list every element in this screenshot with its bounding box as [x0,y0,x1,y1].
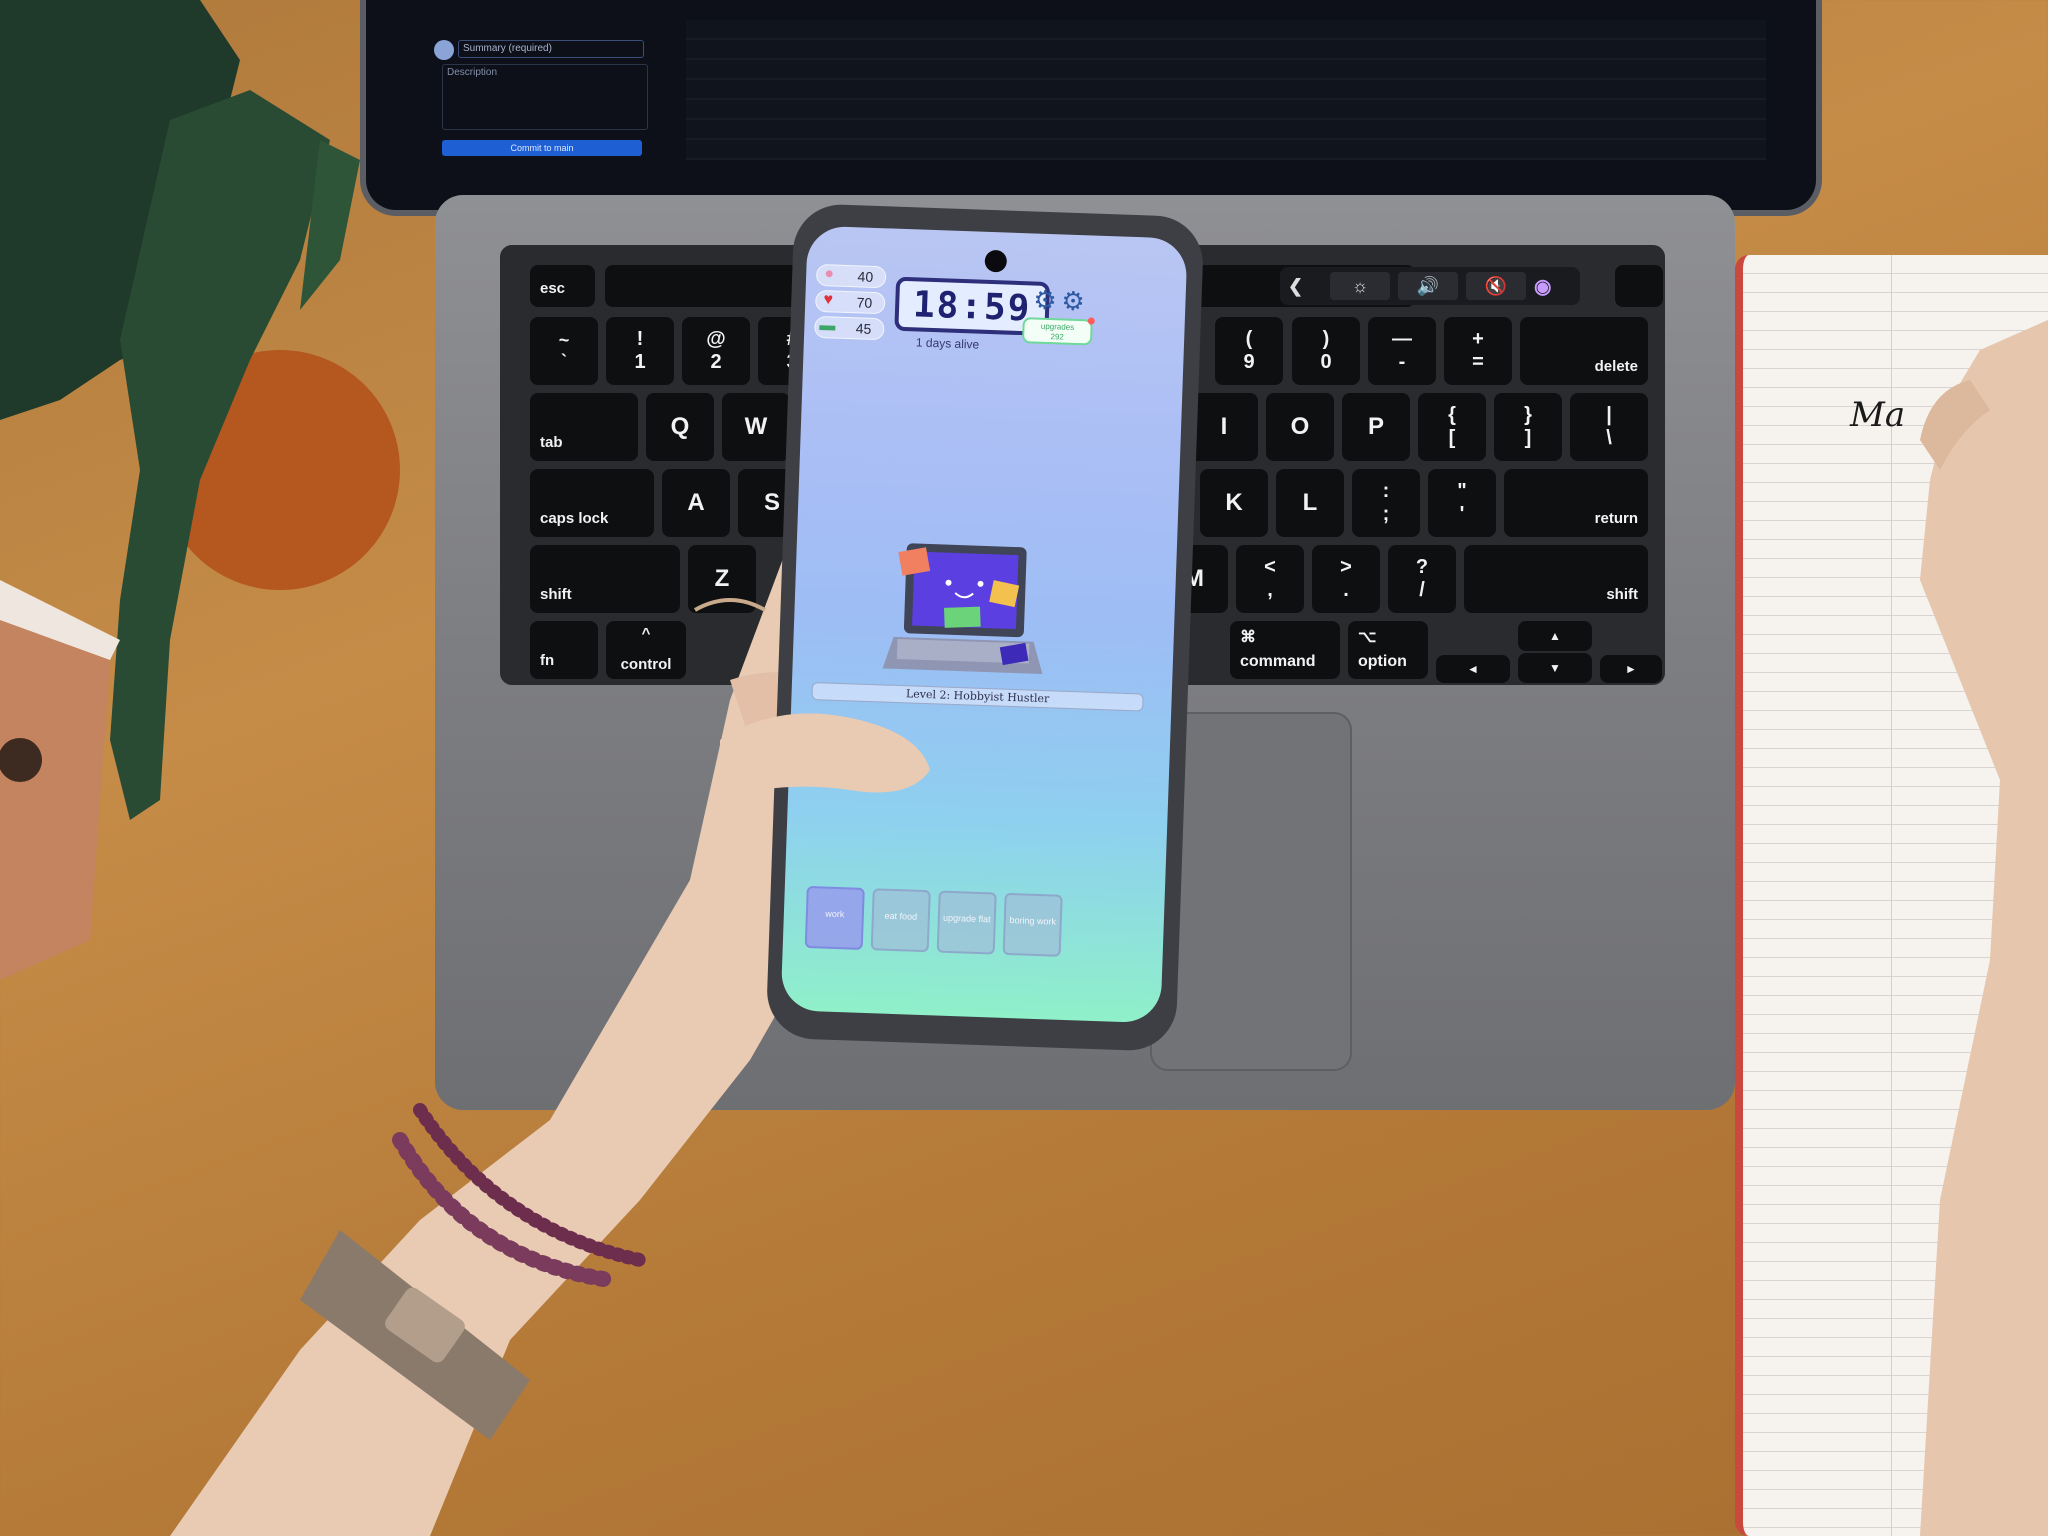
key-arrow-right[interactable]: ► [1600,655,1662,683]
key-arrow-down[interactable]: ▼ [1518,653,1592,683]
key-touch-id[interactable] [1615,265,1663,307]
key-arrow-up[interactable]: ▲ [1518,621,1592,651]
key-p[interactable]: P [1342,393,1410,461]
key-1[interactable]: ! 1 [606,317,674,385]
ring [694,598,766,612]
upgrades-button[interactable]: upgrades 292 [1021,317,1095,346]
key-shift-right[interactable]: shift [1464,545,1648,613]
key-o[interactable]: O [1266,393,1334,461]
key-option[interactable]: ⌥ option [1348,621,1428,679]
key-w[interactable]: W [722,393,790,461]
work-button[interactable]: work [804,885,865,950]
health-value: 70 [856,294,873,311]
money-icon: ▬ [819,317,836,335]
notification-dot [1087,317,1095,325]
key-arrow-left[interactable]: ◄ [1436,655,1510,683]
key-minus[interactable]: — - [1368,317,1436,385]
front-camera [984,249,1008,273]
health-stat: ♥ 70 [814,289,886,315]
key-tilde[interactable]: ~ ` [530,317,598,385]
chevron-left-icon[interactable]: ❮ [1288,276,1303,297]
energy-value: 40 [857,268,874,285]
money-stat: ▬ 45 [814,315,885,341]
key-period[interactable]: >. [1312,545,1380,613]
gear-icon[interactable]: ⚙ [1033,286,1057,317]
key-close-bracket[interactable]: }] [1494,393,1562,461]
box-decoration [0,580,120,980]
key-i[interactable]: I [1190,393,1258,461]
volume-icon[interactable]: 🔊 [1398,272,1458,300]
mac-avatar-icon [434,40,454,60]
phone-screen: ● 40 ♥ 70 ▬ 45 18:59 1 days alive ⚙ ⚙ up… [780,225,1188,1024]
macbook-screen: Summary (required) Description Commit to… [360,0,1822,216]
upgrade-flat-button[interactable]: upgrade flat [936,890,997,955]
summary-field[interactable]: Summary (required) [458,40,644,58]
commit-button[interactable]: Commit to main [442,140,642,156]
thumb [720,713,930,800]
brain-icon: ● [824,265,835,283]
phone: ● 40 ♥ 70 ▬ 45 18:59 1 days alive ⚙ ⚙ up… [765,203,1205,1052]
boring-work-button[interactable]: boring work [1002,892,1063,957]
key-open-bracket[interactable]: {[ [1418,393,1486,461]
key-delete[interactable]: delete [1520,317,1648,385]
siri-icon[interactable]: ◉ [1534,274,1551,299]
upgrades-value: 292 [1050,332,1065,342]
settings-gear-icon[interactable]: ⚙ [1061,286,1085,317]
diff-area [686,20,1766,160]
desk-scene: Summary (required) Description Commit to… [0,0,2048,1536]
brightness-icon[interactable]: ☼ [1330,272,1390,300]
key-slash[interactable]: ? / [1388,545,1456,613]
touchbar[interactable]: ❮ ☼ 🔊 🔇 ◉ [1280,267,1580,305]
energy-stat: ● 40 [815,263,887,289]
key-command[interactable]: ⌘ command [1230,621,1340,679]
key-l[interactable]: L [1276,469,1344,537]
money-value: 45 [855,320,872,337]
key-quote[interactable]: " ' [1428,469,1496,537]
mute-icon[interactable]: 🔇 [1466,272,1526,300]
key-tab[interactable]: tab [530,393,638,461]
key-0[interactable]: ) 0 [1292,317,1360,385]
key-2[interactable]: @2 [682,317,750,385]
eat-food-button[interactable]: eat food [870,888,931,953]
key-comma[interactable]: <, [1236,545,1304,613]
key-equals[interactable]: + = [1444,317,1512,385]
key-q[interactable]: Q [646,393,714,461]
right-hand [1920,320,2048,1536]
key-backslash[interactable]: | \ [1570,393,1648,461]
key-semicolon[interactable]: :; [1352,469,1420,537]
description-field[interactable]: Description [442,64,648,130]
heart-icon: ♥ [823,291,834,309]
key-9[interactable]: (9 [1215,317,1283,385]
key-k[interactable]: K [1200,469,1268,537]
days-alive: 1 days alive [915,335,980,352]
key-esc[interactable]: esc [530,265,595,307]
key-return[interactable]: return [1504,469,1648,537]
